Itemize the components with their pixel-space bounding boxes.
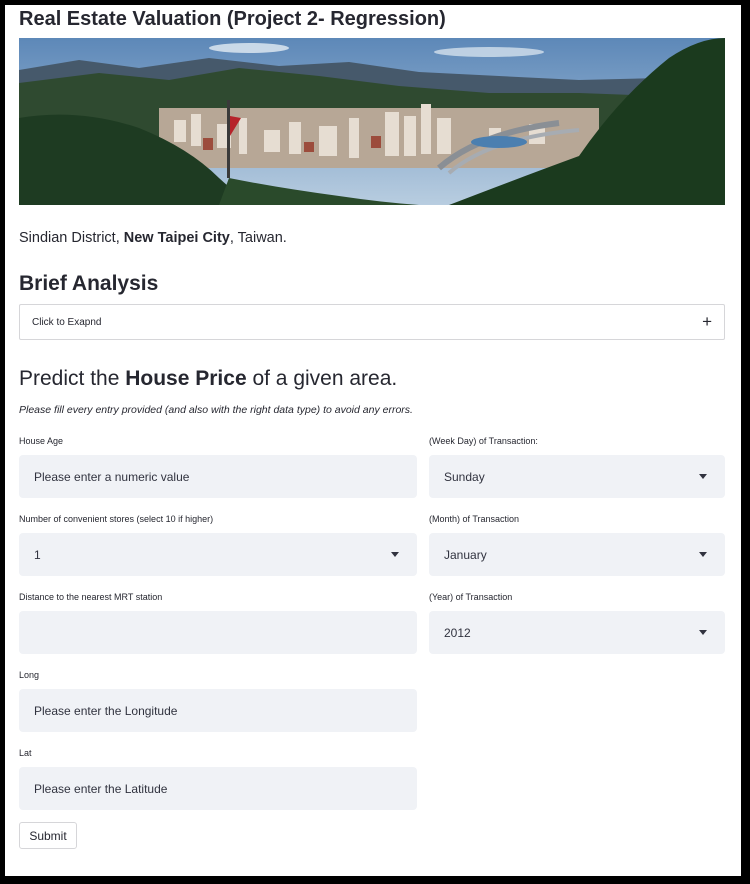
year-label: (Year) of Transaction bbox=[429, 592, 513, 602]
year-value: 2012 bbox=[444, 626, 471, 640]
house-age-placeholder: Please enter a numeric value bbox=[34, 470, 190, 484]
lat-label: Lat bbox=[19, 748, 32, 758]
long-label: Long bbox=[19, 670, 40, 680]
stores-select[interactable]: 1 bbox=[19, 533, 417, 576]
weekday-select[interactable]: Sunday bbox=[429, 455, 725, 498]
latitude-placeholder: Please enter the Latitude bbox=[34, 782, 168, 796]
submit-button[interactable]: Submit bbox=[19, 822, 77, 849]
weekday-value: Sunday bbox=[444, 470, 485, 484]
latitude-input[interactable]: Please enter the Latitude bbox=[19, 767, 417, 810]
expander-label: Click to Exapnd bbox=[32, 317, 102, 328]
analysis-heading: Brief Analysis bbox=[19, 272, 159, 295]
plus-icon: + bbox=[702, 312, 712, 331]
analysis-expander[interactable]: Click to Exapnd + bbox=[19, 304, 725, 340]
month-value: January bbox=[444, 548, 487, 562]
mrt-label: Distance to the nearest MRT station bbox=[19, 592, 163, 602]
instructions-note: Please fill every entry provided (and al… bbox=[19, 404, 413, 416]
chevron-down-icon bbox=[699, 474, 707, 479]
house-age-label: House Age bbox=[19, 436, 64, 446]
chevron-down-icon bbox=[391, 552, 399, 557]
chevron-down-icon bbox=[699, 630, 707, 635]
year-select[interactable]: 2012 bbox=[429, 611, 725, 654]
mrt-distance-input[interactable] bbox=[19, 611, 417, 654]
app-window: Real Estate Valuation (Project 2- Regres… bbox=[5, 5, 741, 876]
house-age-input[interactable]: Please enter a numeric value bbox=[19, 455, 417, 498]
stores-value: 1 bbox=[34, 548, 41, 562]
month-label: (Month) of Transaction bbox=[429, 514, 520, 524]
location-country: , Taiwan. bbox=[229, 230, 287, 246]
banner-image bbox=[19, 38, 725, 205]
predict-heading-pre: Predict the bbox=[19, 367, 126, 390]
predict-heading-bold: House Price bbox=[125, 367, 247, 390]
longitude-placeholder: Please enter the Longitude bbox=[34, 704, 178, 718]
location-district: Sindian District, bbox=[19, 230, 120, 246]
location-text: Sindian District, New Taipei City, Taiwa… bbox=[19, 230, 287, 246]
chevron-down-icon bbox=[699, 552, 707, 557]
page-title: Real Estate Valuation (Project 2- Regres… bbox=[19, 8, 446, 30]
stores-label: Number of convenient stores (select 10 i… bbox=[19, 514, 214, 524]
location-city: New Taipei City bbox=[123, 230, 230, 246]
predict-heading-post: of a given area. bbox=[246, 367, 398, 390]
predict-heading: Predict the House Price of a given area. bbox=[19, 367, 397, 391]
longitude-input[interactable]: Please enter the Longitude bbox=[19, 689, 417, 732]
weekday-label: (Week Day) of Transaction: bbox=[429, 436, 538, 446]
month-select[interactable]: January bbox=[429, 533, 725, 576]
